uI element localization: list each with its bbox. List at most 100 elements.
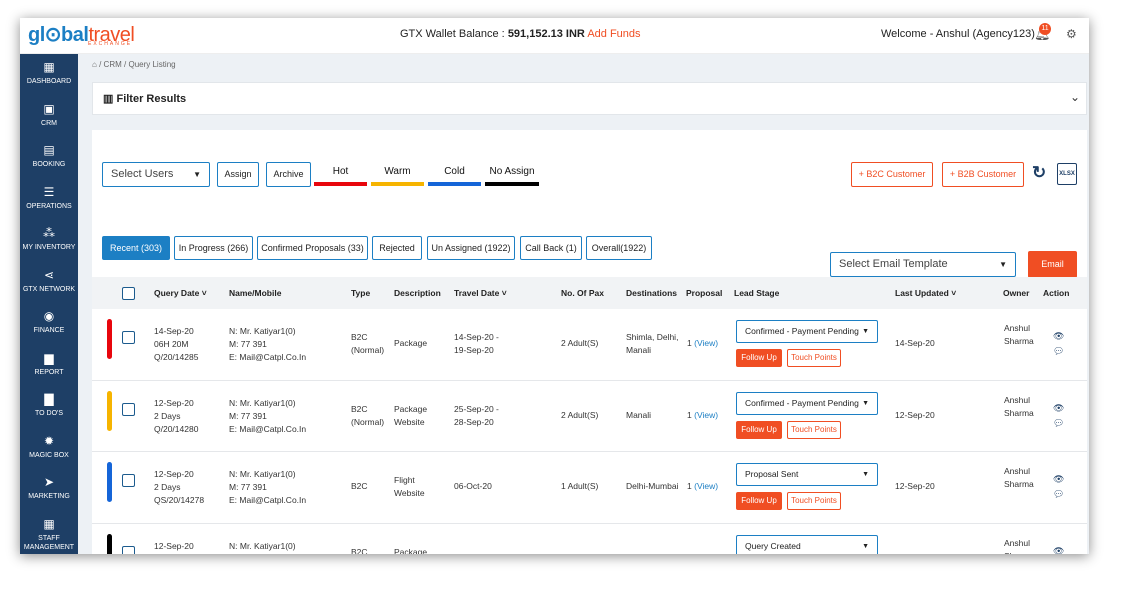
tab-rejected[interactable]: Rejected bbox=[372, 236, 422, 260]
sidebar-item-operations[interactable]: ☰ OPERATIONS bbox=[20, 179, 78, 221]
comment-icon[interactable]: 💬︎ bbox=[1053, 344, 1064, 359]
col-last-updated[interactable]: Last Updated ˅ bbox=[895, 277, 956, 309]
temperature-indicator bbox=[107, 319, 112, 359]
col-destinations: Destinations bbox=[626, 288, 678, 298]
filter-no-assign[interactable]: No Assign bbox=[485, 166, 539, 186]
eye-icon[interactable]: 👁︎ bbox=[1053, 544, 1064, 555]
temperature-bar bbox=[485, 182, 539, 186]
home-icon[interactable]: ⌂ bbox=[92, 60, 97, 69]
destinations-cell: Delhi-Mumbai bbox=[626, 481, 679, 491]
eye-icon[interactable]: 👁︎ bbox=[1053, 472, 1064, 487]
sidebar-item-label: GTX NETWORK bbox=[22, 285, 76, 293]
tab-recent[interactable]: Recent (303) bbox=[102, 236, 170, 260]
col-travel-date[interactable]: Travel Date ˅ bbox=[454, 277, 507, 309]
refresh-icon[interactable]: ↻ bbox=[1032, 163, 1046, 183]
touch-points-button[interactable]: Touch Points bbox=[787, 349, 841, 367]
table-row[interactable]: 12-Sep-202 DaysQ/20/14277 N: Mr. Katiyar1… bbox=[92, 523, 1087, 555]
tab-in-progress[interactable]: In Progress (266) bbox=[174, 236, 253, 260]
add-funds-link[interactable]: Add Funds bbox=[587, 28, 640, 40]
sidebar-item-dashboard[interactable]: ▦ DASHBOARD bbox=[20, 54, 78, 96]
table-row[interactable]: 14-Sep-20 06H 20M Q/20/14285 N: Mr. Katiyar… bbox=[92, 309, 1087, 381]
travel-date-cell: 15-Sep-20 bbox=[454, 552, 494, 555]
breadcrumb-crm[interactable]: CRM bbox=[104, 60, 122, 69]
add-b2b-customer-button[interactable]: + B2B Customer bbox=[942, 162, 1024, 187]
col-description: Description bbox=[394, 288, 441, 298]
filter-results-panel[interactable]: ▥ Filter Results ⌄ bbox=[92, 82, 1087, 115]
sidebar-item-finance[interactable]: ◉ FINANCE bbox=[20, 303, 78, 345]
query-id[interactable]: Q/20/14280 bbox=[154, 423, 198, 436]
owner-cell: AnshulSharma bbox=[1004, 466, 1034, 489]
select-all-checkbox[interactable] bbox=[122, 287, 135, 300]
lead-stage-dropdown[interactable]: Confirmed - Payment Pending ▼ bbox=[736, 320, 878, 343]
filter-hot[interactable]: Hot bbox=[314, 166, 367, 186]
chevron-down-icon[interactable]: ⌄ bbox=[1070, 90, 1080, 104]
comment-icon[interactable]: 💬︎ bbox=[1053, 416, 1064, 431]
col-query-date[interactable]: Query Date ˅ bbox=[154, 277, 207, 309]
row-checkbox[interactable] bbox=[122, 545, 135, 554]
table-row[interactable]: 12-Sep-20 2 Days QS/20/14278 N: Mr. Katiyar… bbox=[92, 452, 1087, 524]
sidebar-item-magic-box[interactable]: ✹ MAGIC BOX bbox=[20, 428, 78, 470]
row-checkbox[interactable] bbox=[122, 474, 135, 487]
assign-button[interactable]: Assign bbox=[217, 162, 259, 187]
sidebar-item-gtx-network[interactable]: ⋖ GTX NETWORK bbox=[20, 262, 78, 304]
sidebar-item-report[interactable]: ▆ REPORT bbox=[20, 345, 78, 387]
temperature-bar bbox=[428, 182, 481, 186]
pax-cell: 2 Adult(S) bbox=[561, 338, 599, 348]
tab-confirmed-proposals[interactable]: Confirmed Proposals (33) bbox=[257, 236, 368, 260]
lead-stage-dropdown[interactable]: Confirmed - Payment Pending ▼ bbox=[736, 391, 878, 415]
sidebar-item-label: BOOKING bbox=[32, 161, 66, 168]
lead-stage-dropdown[interactable]: Proposal Sent ▼ bbox=[736, 463, 878, 486]
lead-stage-dropdown[interactable]: Query Created ▼ bbox=[736, 534, 878, 554]
staff-icon: ▦ bbox=[43, 516, 55, 531]
add-b2c-customer-button[interactable]: + B2C Customer bbox=[851, 162, 933, 187]
sidebar-item-staff-management[interactable]: ▦ STAFF MANAGEMENT bbox=[20, 511, 78, 553]
logo-subtitle: EXCHANGE bbox=[88, 41, 133, 47]
col-proposal: Proposal bbox=[686, 288, 723, 298]
description-cell: Flight Website bbox=[394, 475, 425, 498]
xlsx-export-icon[interactable]: XLSX bbox=[1057, 163, 1077, 185]
row-checkbox[interactable] bbox=[122, 402, 135, 416]
wallet-balance: GTX Wallet Balance : 591,152.13 INR Add … bbox=[400, 28, 641, 40]
table-row[interactable]: 12-Sep-20 2 Days Q/20/14280 N: Mr. Katiyar1… bbox=[92, 380, 1087, 452]
follow-up-button[interactable]: Follow Up bbox=[736, 492, 782, 510]
tab-un-assigned[interactable]: Un Assigned (1922) bbox=[427, 236, 515, 260]
settings-icon[interactable]: ⚙ bbox=[1066, 27, 1077, 41]
touch-points-button[interactable]: Touch Points bbox=[787, 492, 841, 510]
owner-cell: AnshulSharma bbox=[1004, 537, 1034, 555]
email-template-dropdown[interactable]: Select Email Template ▼ bbox=[830, 252, 1016, 277]
tab-call-back[interactable]: Call Back (1) bbox=[520, 236, 582, 260]
query-id[interactable]: Q/20/14285 bbox=[154, 351, 198, 364]
view-proposal-link[interactable]: (View) bbox=[694, 338, 718, 348]
eye-icon[interactable]: 👁︎ bbox=[1053, 401, 1064, 416]
view-proposal-link[interactable]: (View) bbox=[694, 410, 718, 420]
touch-points-button[interactable]: Touch Points bbox=[787, 420, 841, 439]
view-proposal-link[interactable]: (View) bbox=[694, 481, 718, 491]
filter-warm[interactable]: Warm bbox=[371, 166, 424, 186]
follow-up-button[interactable]: Follow Up bbox=[736, 420, 782, 439]
col-name-mobile: Name/Mobile bbox=[229, 288, 282, 298]
comment-icon[interactable]: 💬︎ bbox=[1053, 487, 1064, 502]
row-checkbox[interactable] bbox=[122, 331, 135, 344]
welcome-text[interactable]: Welcome - Anshul (Agency123) bbox=[881, 28, 1035, 40]
travel-date-cell: 25-Sep-20 -28-Sep-20 bbox=[454, 403, 499, 427]
follow-up-button[interactable]: Follow Up bbox=[736, 349, 782, 367]
sidebar-item-marketing[interactable]: ➤ MARKETING bbox=[20, 469, 78, 511]
eye-icon[interactable]: 👁︎ bbox=[1053, 329, 1064, 344]
sidebar-item-booking[interactable]: ▤ BOOKING bbox=[20, 137, 78, 179]
destinations-cell: Manali bbox=[626, 409, 652, 420]
filter-cold[interactable]: Cold bbox=[428, 166, 481, 186]
archive-button[interactable]: Archive bbox=[266, 162, 311, 187]
select-users-dropdown[interactable]: Select Users ▼ bbox=[102, 162, 210, 187]
email-button[interactable]: Email bbox=[1028, 251, 1077, 278]
tab-overall[interactable]: Overall(1922) bbox=[586, 236, 652, 260]
breadcrumb: ⌂ / CRM / Query Listing bbox=[92, 60, 176, 69]
sidebar-item-to-do-s[interactable]: ▇ TO DO'S bbox=[20, 386, 78, 428]
pax-cell: 2 Adult(S) bbox=[561, 552, 598, 555]
travel-date-cell: 06-Oct-20 bbox=[454, 481, 492, 491]
sidebar-item-crm[interactable]: ▣ CRM bbox=[20, 96, 78, 138]
sidebar-item-my-inventory[interactable]: ⁂ MY INVENTORY bbox=[20, 220, 78, 262]
finance-icon: ◉ bbox=[43, 309, 55, 323]
query-date-cell: 12-Sep-20 2 Days Q/20/14280 bbox=[154, 397, 199, 436]
sidebar-item-label: DASHBOARD bbox=[26, 78, 72, 85]
query-id[interactable]: QS/20/14278 bbox=[154, 494, 204, 507]
